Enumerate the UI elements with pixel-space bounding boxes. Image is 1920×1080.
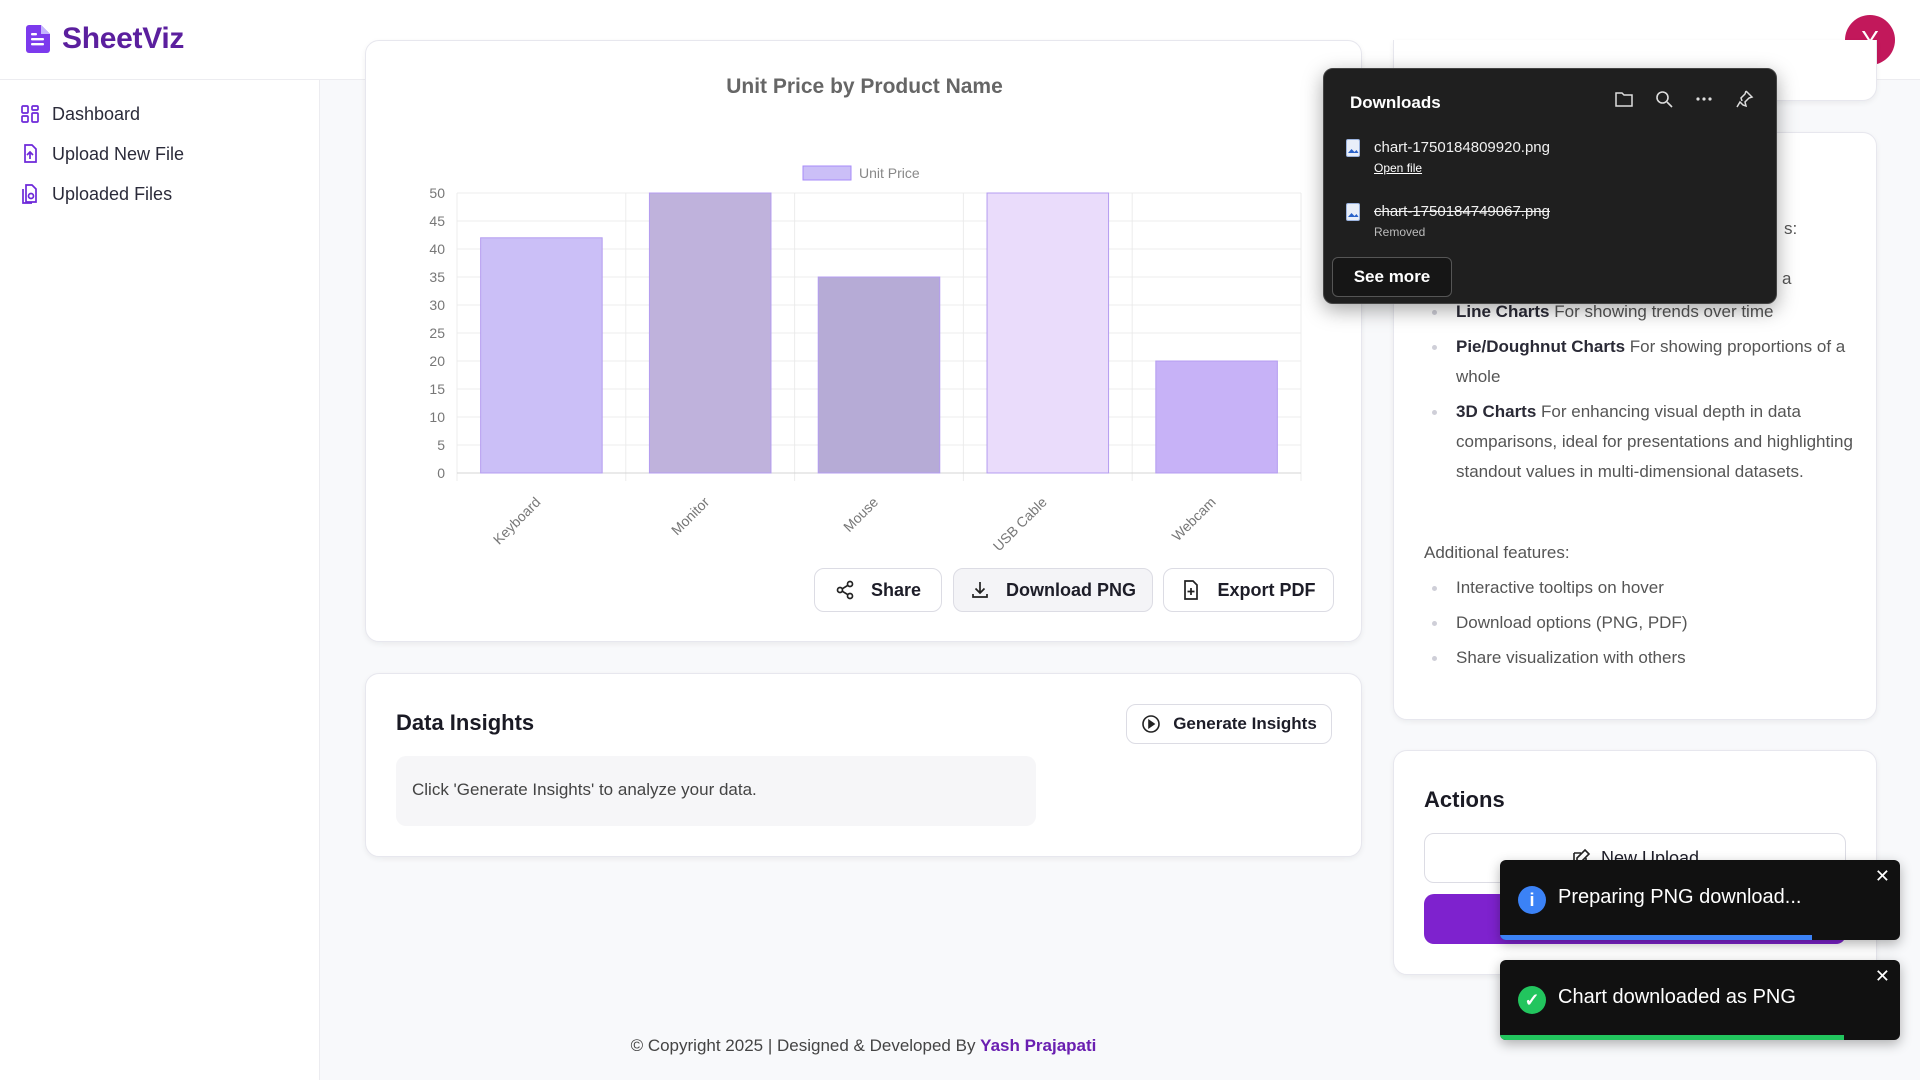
list-item: Interactive tooltips on hover bbox=[1424, 573, 1854, 603]
image-file-icon bbox=[1346, 139, 1360, 157]
list-item: 3D Charts For enhancing visual depth in … bbox=[1424, 397, 1854, 487]
list-item: Share visualization with others bbox=[1424, 643, 1854, 673]
sidebar-item-label: Dashboard bbox=[52, 103, 141, 124]
y-tick-label: 5 bbox=[437, 437, 445, 453]
chart-title: Unit Price by Product Name bbox=[726, 75, 1003, 98]
y-tick-label: 35 bbox=[429, 269, 445, 285]
x-tick-label: Webcam bbox=[1169, 494, 1219, 544]
download-filename: chart-1750184809920.png bbox=[1374, 139, 1550, 156]
chart-card: Unit Price by Product Name Unit Price 0 5 1… bbox=[365, 40, 1362, 642]
x-tick-label: Monitor bbox=[668, 494, 713, 539]
share-label: Share bbox=[870, 579, 922, 600]
sidebar-item-label: Uploaded Files bbox=[52, 183, 173, 204]
check-circle-icon: ✓ bbox=[1518, 986, 1546, 1014]
partial-text: s: bbox=[1784, 219, 1798, 238]
y-tick-label: 45 bbox=[429, 213, 445, 229]
generate-insights-button[interactable]: Generate Insights bbox=[1126, 704, 1332, 744]
app-name: SheetViz bbox=[62, 22, 185, 55]
search-icon[interactable] bbox=[1654, 89, 1674, 109]
close-icon[interactable]: ✕ bbox=[1875, 966, 1890, 987]
y-tick-label: 10 bbox=[429, 409, 445, 425]
toast-progress bbox=[1500, 935, 1812, 940]
bar bbox=[480, 237, 603, 474]
image-file-icon bbox=[1346, 203, 1360, 221]
download-png-button[interactable]: Download PNG bbox=[953, 568, 1153, 612]
document-icon bbox=[26, 25, 50, 53]
y-tick-label: 40 bbox=[429, 241, 445, 257]
export-label: Export PDF bbox=[1217, 579, 1316, 600]
toast-message: Chart downloaded as PNG bbox=[1558, 986, 1796, 1008]
share-button[interactable]: Share bbox=[814, 568, 942, 612]
file-upload-icon bbox=[24, 144, 37, 163]
footer: © Copyright 2025 | Designed & Developed … bbox=[365, 1036, 1362, 1056]
x-tick-label: USB Cable bbox=[990, 494, 1050, 551]
pin-icon[interactable] bbox=[1734, 89, 1754, 109]
downloads-toolbar bbox=[1614, 89, 1754, 109]
legend-label: Unit Price bbox=[859, 165, 920, 181]
chart-types-list: Line Charts For showing trends over time… bbox=[1424, 297, 1854, 487]
export-pdf-button[interactable]: Export PDF bbox=[1163, 568, 1334, 612]
additional-features-label: Additional features: bbox=[1424, 543, 1570, 562]
partial-text: a bbox=[1782, 269, 1792, 288]
play-circle-icon bbox=[1142, 715, 1160, 733]
x-tick-label: Keyboard bbox=[490, 494, 544, 548]
grid-icon bbox=[21, 105, 39, 123]
folder-icon[interactable] bbox=[1614, 89, 1634, 109]
bar bbox=[648, 192, 772, 474]
bar bbox=[1155, 360, 1278, 474]
legend-swatch bbox=[802, 165, 852, 181]
insights-title: Data Insights bbox=[396, 710, 535, 735]
open-file-link[interactable]: Open file bbox=[1374, 161, 1550, 175]
insights-card: Data Insights Generate Insights Click 'G… bbox=[365, 673, 1362, 857]
download-item[interactable]: chart-1750184749067.png Removed bbox=[1346, 203, 1550, 239]
list-item: Download options (PNG, PDF) bbox=[1424, 608, 1854, 638]
download-icon bbox=[972, 582, 988, 598]
sidebar-item-dashboard[interactable]: Dashboard bbox=[0, 94, 319, 134]
share-icon bbox=[836, 580, 854, 600]
bar bbox=[817, 276, 941, 474]
sidebar-item-uploaded-files[interactable]: Uploaded Files bbox=[0, 174, 319, 214]
sidebar: Dashboard Upload New File Uploaded Files bbox=[0, 80, 320, 1080]
footer-text: © Copyright 2025 | Designed & Developed … bbox=[630, 1036, 981, 1055]
download-filename: chart-1750184749067.png bbox=[1374, 203, 1550, 220]
file-plus-icon bbox=[1184, 580, 1199, 600]
generate-insights-label: Generate Insights bbox=[1173, 714, 1317, 733]
files-icon bbox=[22, 184, 37, 204]
downloads-panel: Downloads chart-1750184809920.png Open f… bbox=[1323, 68, 1777, 304]
actions-title: Actions bbox=[1424, 787, 1505, 812]
toast-info: i Preparing PNG download... ✕ bbox=[1500, 860, 1900, 940]
download-status: Removed bbox=[1374, 225, 1426, 239]
close-icon[interactable]: ✕ bbox=[1875, 866, 1890, 887]
brand[interactable]: SheetViz bbox=[26, 22, 184, 56]
downloads-title: Downloads bbox=[1350, 93, 1441, 112]
download-item[interactable]: chart-1750184809920.png Open file bbox=[1346, 139, 1550, 175]
list-item: Pie/Doughnut Charts For showing proporti… bbox=[1424, 332, 1854, 392]
toast-success: ✓ Chart downloaded as PNG ✕ bbox=[1500, 960, 1900, 1040]
author-link[interactable]: Yash Prajapati bbox=[980, 1036, 1096, 1055]
y-tick-label: 0 bbox=[437, 465, 445, 481]
x-tick-label: Mouse bbox=[840, 494, 881, 535]
sidebar-item-label: Upload New File bbox=[52, 143, 185, 164]
y-tick-label: 15 bbox=[429, 381, 445, 397]
toast-message: Preparing PNG download... bbox=[1558, 886, 1802, 908]
more-icon[interactable] bbox=[1694, 89, 1714, 109]
download-label: Download PNG bbox=[1006, 579, 1136, 600]
bar bbox=[986, 192, 1110, 474]
see-more-button[interactable]: See more bbox=[1332, 257, 1452, 297]
y-tick-label: 25 bbox=[429, 325, 445, 341]
info-icon: i bbox=[1518, 886, 1546, 914]
y-tick-label: 50 bbox=[429, 185, 445, 201]
y-tick-label: 20 bbox=[429, 353, 445, 369]
sidebar-item-upload[interactable]: Upload New File bbox=[0, 134, 319, 174]
bar-chart: Unit Price 0 5 10 15 20 25 30 35 40 45 50 Keyboard Mo… bbox=[429, 165, 1302, 551]
y-tick-label: 30 bbox=[429, 297, 445, 313]
insights-placeholder: Click 'Generate Insights' to analyze you… bbox=[396, 756, 1036, 826]
toast-progress bbox=[1500, 1035, 1844, 1040]
features-list: Interactive tooltips on hover Download o… bbox=[1424, 573, 1854, 673]
